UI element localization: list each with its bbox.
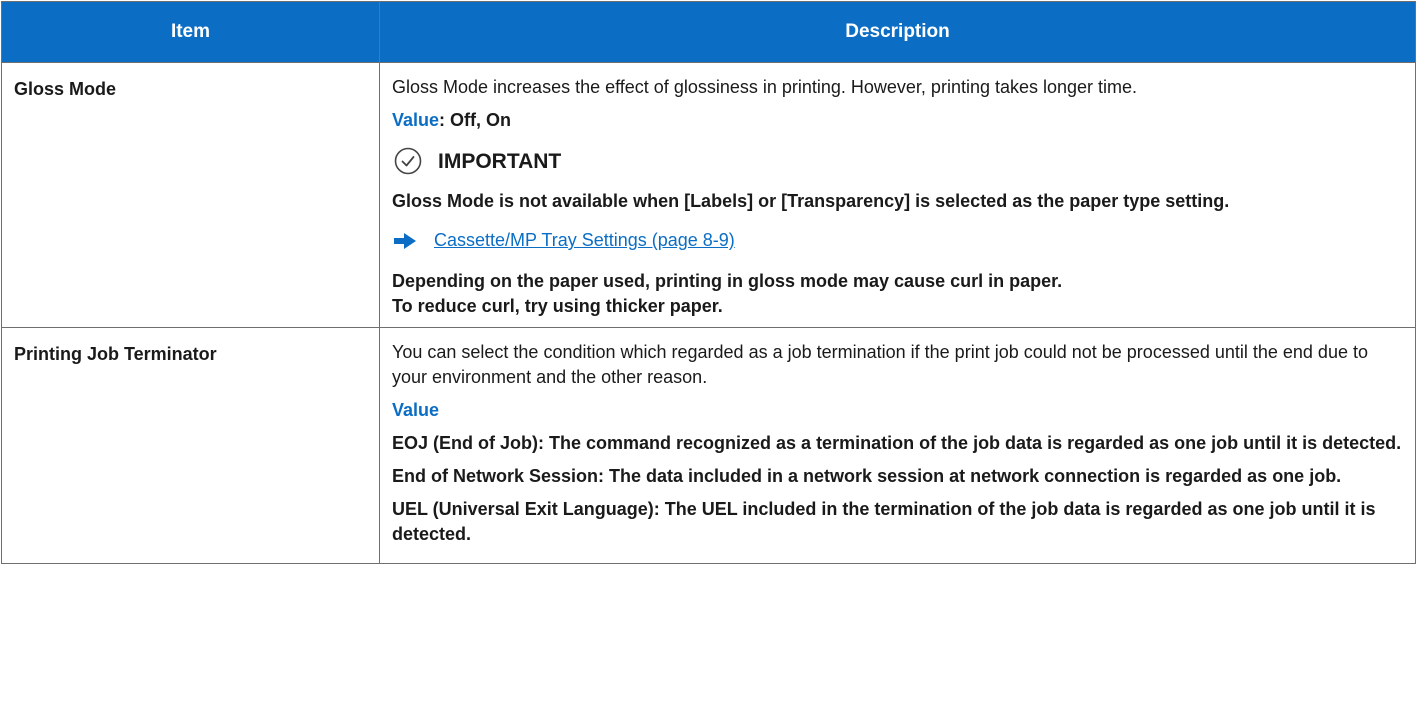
check-circle-icon — [394, 147, 422, 175]
table-row: Gloss Mode Gloss Mode increases the effe… — [1, 62, 1416, 328]
important-heading: IMPORTANT — [394, 147, 1405, 175]
option-uel: UEL (Universal Exit Language): The UEL i… — [392, 499, 1376, 544]
curl-note-line1: Depending on the paper used, printing in… — [392, 271, 1063, 291]
important-text: Gloss Mode is not available when [Labels… — [392, 191, 1230, 211]
item-gloss-mode: Gloss Mode — [1, 62, 380, 328]
description-column-header: Description — [379, 1, 1416, 63]
value-label: Value — [392, 110, 440, 130]
gloss-mode-value-line: Value: Off, On — [392, 108, 1405, 133]
reference-link-row: Cassette/MP Tray Settings (page 8-9) — [392, 228, 1405, 253]
description-printing-job-terminator: You can select the condition which regar… — [379, 327, 1416, 564]
description-gloss-mode: Gloss Mode increases the effect of gloss… — [379, 62, 1416, 328]
settings-table: Item Description Gloss Mode Gloss Mode i… — [1, 1, 1416, 564]
option-eoj: EOJ (End of Job): The command recognized… — [392, 433, 1402, 453]
important-label: IMPORTANT — [438, 149, 562, 173]
option-end-of-network-session: End of Network Session: The data include… — [392, 466, 1342, 486]
arrow-right-icon — [394, 232, 416, 249]
cassette-mp-tray-settings-link[interactable]: Cassette/MP Tray Settings (page 8-9) — [434, 228, 735, 253]
terminator-intro: You can select the condition which regar… — [392, 342, 1368, 387]
item-printing-job-terminator: Printing Job Terminator — [1, 327, 380, 564]
item-column-header: Item — [1, 1, 380, 63]
gloss-mode-intro: Gloss Mode increases the effect of gloss… — [392, 77, 1138, 97]
value-label: Value — [392, 400, 440, 420]
curl-note-line2: To reduce curl, try using thicker paper. — [392, 296, 723, 316]
header-row: Item Description — [1, 1, 1416, 63]
gloss-mode-values: : Off, On — [439, 110, 512, 130]
table-row: Printing Job Terminator You can select t… — [1, 327, 1416, 564]
